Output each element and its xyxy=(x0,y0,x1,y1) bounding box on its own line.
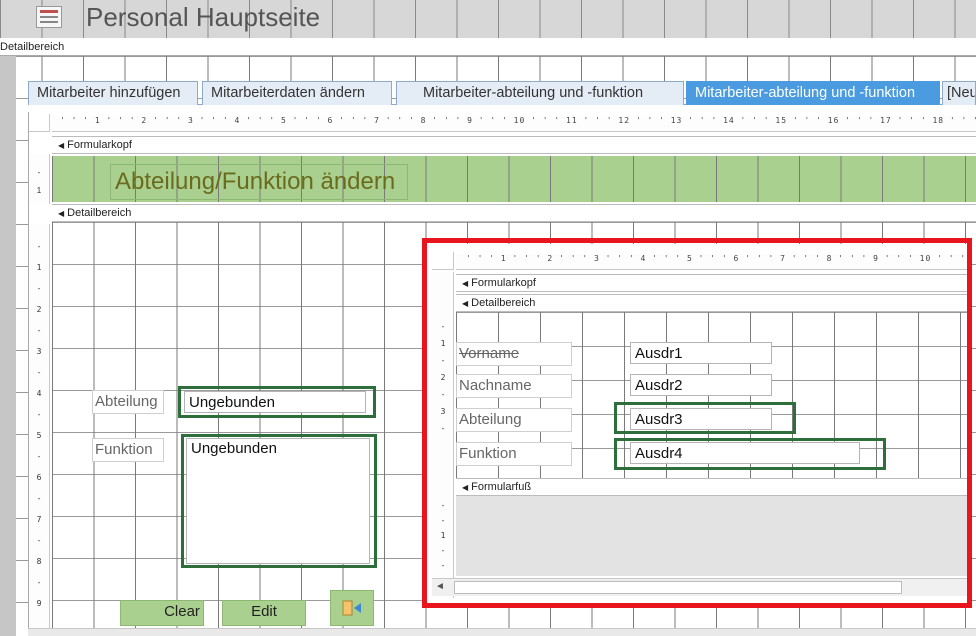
vtick: 1 xyxy=(36,186,42,195)
clear-button[interactable]: Clear xyxy=(120,600,204,626)
outer-ruler: ' ' ' 1 ' ' ' 2 ' ' ' 3 ' ' ' 4 ' ' ' 5 … xyxy=(52,116,976,132)
window-title: Personal Hauptseite xyxy=(86,2,321,32)
outer-detail-band-label: Detailbereich xyxy=(0,41,65,53)
ruler-corner xyxy=(29,114,50,132)
vtick: - xyxy=(36,578,42,587)
vtick: - xyxy=(36,410,42,419)
title-strip: Personal Hauptseite xyxy=(0,0,976,38)
vtick: 5 xyxy=(36,431,42,440)
outer-header-band: ◀ Formularkopf xyxy=(52,136,976,154)
vtick: - xyxy=(36,536,42,545)
exit-button[interactable] xyxy=(330,590,374,626)
vtick: 7 xyxy=(36,515,42,524)
vtick: 4 xyxy=(36,389,42,398)
exit-icon xyxy=(342,600,361,616)
vtick: - xyxy=(36,326,42,335)
form-heading: Abteilung/Funktion ändern xyxy=(110,164,408,200)
edit-button[interactable]: Edit xyxy=(222,600,306,626)
form-icon xyxy=(36,6,62,28)
vtick: 3 xyxy=(36,347,42,356)
outer-vruler-header: - 1 xyxy=(29,154,50,204)
band-arrow-icon: ◀ xyxy=(58,141,65,150)
vtick: 1 xyxy=(36,263,42,272)
vtick: 8 xyxy=(36,557,42,566)
form-icon-glyph xyxy=(40,10,58,23)
tab-mitarbeiterdaten-aendern[interactable]: Mitarbeiterdaten ändern xyxy=(202,81,392,105)
funktion-highlight xyxy=(181,434,377,568)
vtick: 9 xyxy=(36,599,42,608)
tab-mitarbeiter-hinzufuegen[interactable]: Mitarbeiter hinzufügen xyxy=(28,81,198,105)
vtick: 2 xyxy=(36,305,42,314)
tab-abteilung-funktion-2[interactable]: Mitarbeiter-abteilung und -funktion xyxy=(686,81,940,105)
outer-vruler: - 1 - 2 - 3 - 4 - 5 - 6 - 7 - 8 - 9 xyxy=(29,224,50,636)
vtick: - xyxy=(36,452,42,461)
vtick: - xyxy=(37,168,41,177)
vtick: - xyxy=(36,368,42,377)
tab-strip xyxy=(28,104,976,112)
tab-neu[interactable]: [Neu xyxy=(942,81,976,105)
left-frame xyxy=(0,56,16,636)
outer-detail-band: Detailbereich xyxy=(0,38,976,56)
band-arrow-icon: ◀ xyxy=(58,209,65,218)
vtick: - xyxy=(36,242,42,251)
outer-detail-band-label-2: Detailbereich xyxy=(67,207,132,219)
outer-header-band-label: Formularkopf xyxy=(67,139,132,151)
vtick: 6 xyxy=(36,473,42,482)
vtick: - xyxy=(36,494,42,503)
subform-highlight-frame xyxy=(422,238,972,608)
vtick: - xyxy=(36,284,42,293)
tab-abteilung-funktion-1[interactable]: Mitarbeiter-abteilung und -funktion xyxy=(396,81,684,105)
bottom-strip xyxy=(28,628,976,636)
abteilung-label[interactable]: Abteilung xyxy=(92,390,164,414)
outer-detail-band-2: ◀ Detailbereich xyxy=(52,204,976,222)
funktion-label[interactable]: Funktion xyxy=(92,438,164,462)
abteilung-highlight xyxy=(178,386,376,418)
